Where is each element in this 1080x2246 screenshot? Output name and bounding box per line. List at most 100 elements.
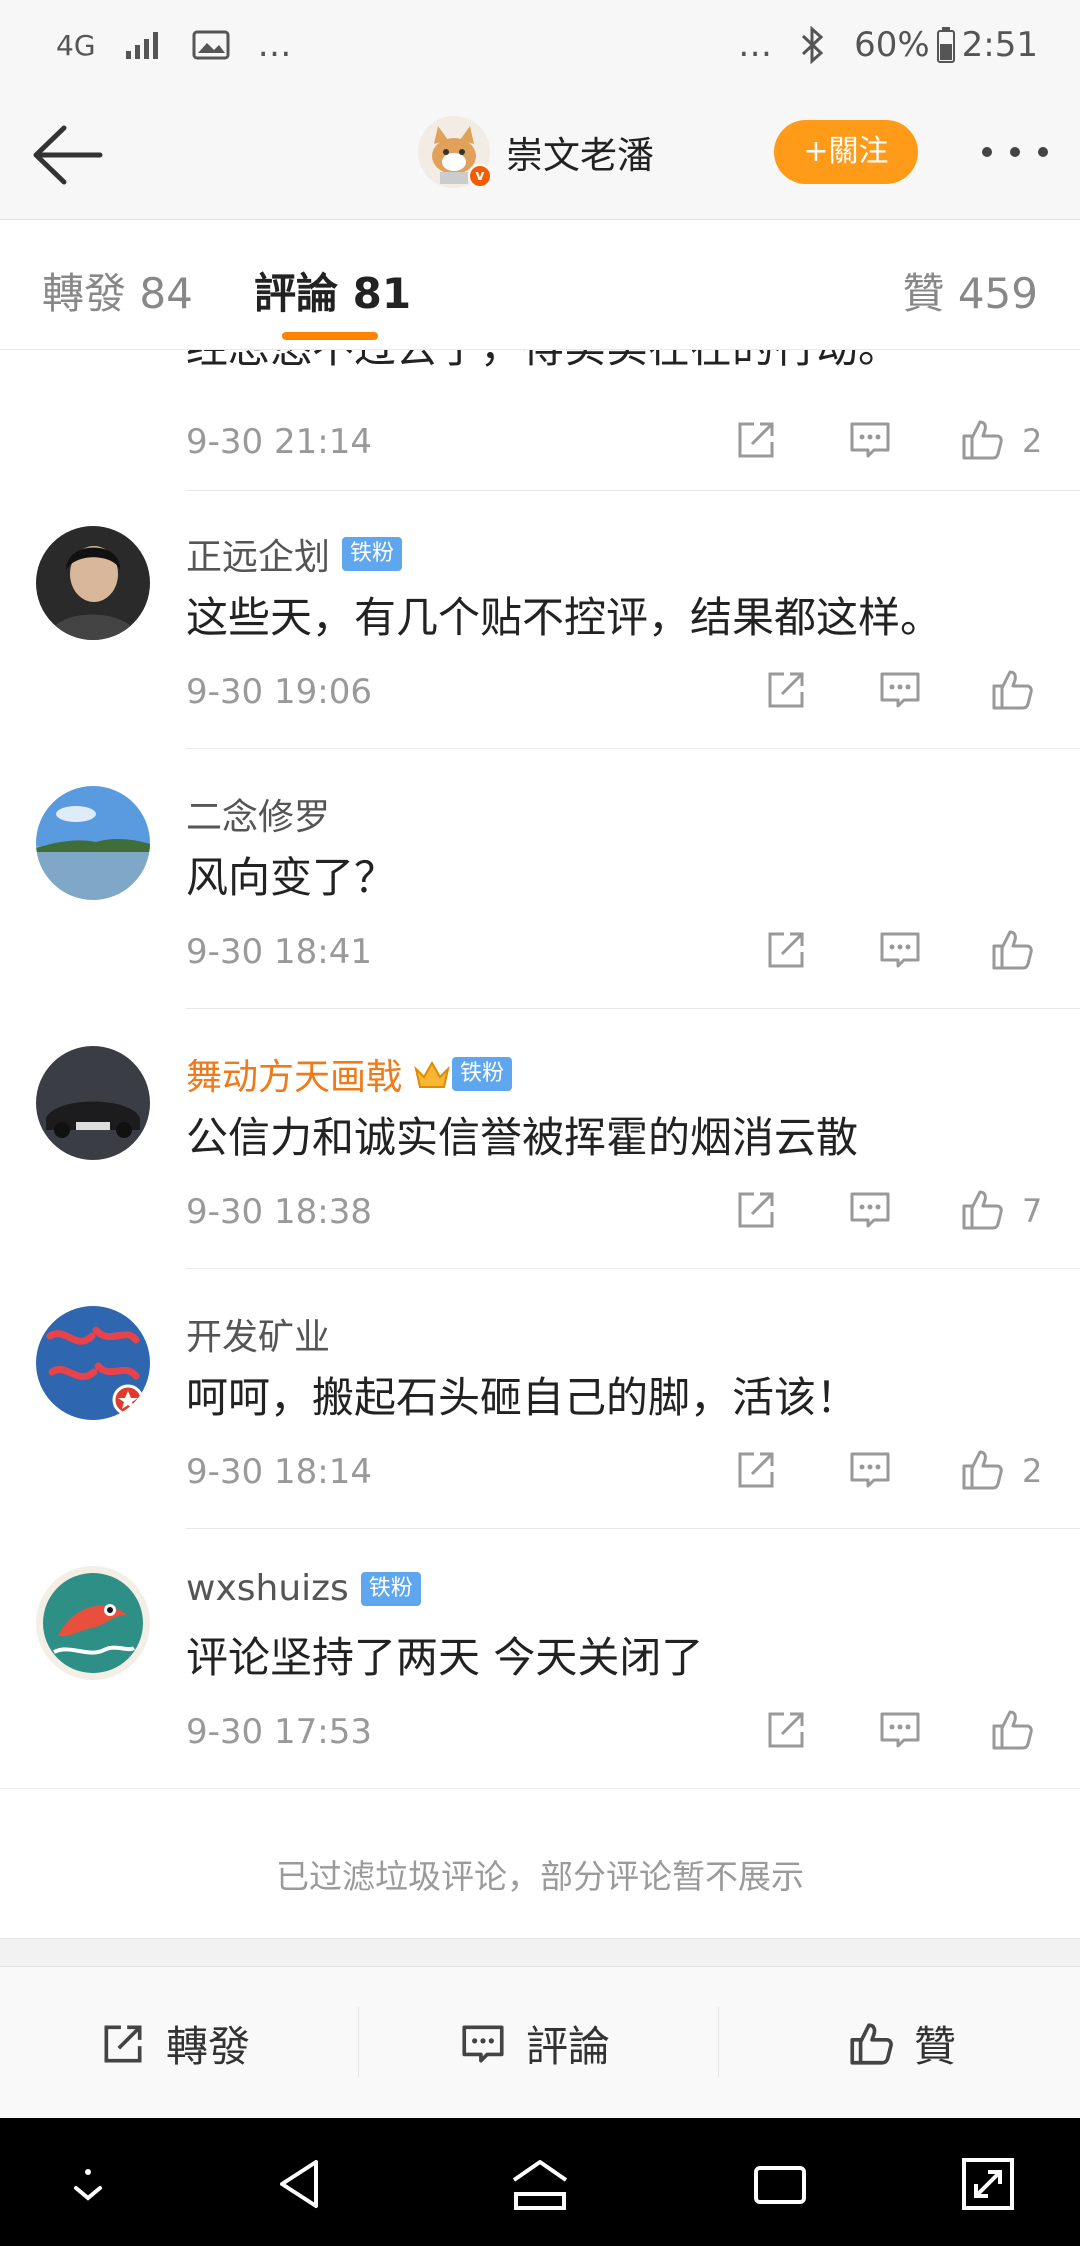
network-icon: 4G xyxy=(56,28,96,62)
comment-author[interactable]: wxshuizs 铁粉 xyxy=(186,1568,421,1609)
expand-icon[interactable] xyxy=(958,2154,1018,2214)
tab-forward[interactable]: 轉發 84 xyxy=(42,260,193,321)
avatar[interactable] xyxy=(36,1046,150,1160)
follow-button[interactable]: +關注 xyxy=(774,120,918,184)
divider xyxy=(186,1008,1080,1009)
comment-button[interactable]: 評論 xyxy=(458,2013,610,2074)
comment-time: 9-30 17:53 xyxy=(186,1712,372,1752)
comment-item: 开发矿业 呵呵，搬起石头砸自己的脚，活该！ 9-30 18:14 2 xyxy=(0,1270,1080,1530)
comment-icon[interactable] xyxy=(876,926,924,974)
avatar[interactable] xyxy=(36,786,150,900)
comment-icon[interactable] xyxy=(876,1706,924,1754)
comment-time: 9-30 21:14 xyxy=(186,422,372,462)
comment-content: 这些天，有几个贴不控评，结果都这样。 xyxy=(186,593,943,642)
comment-list[interactable]: 经忽悠不过去了，得实实在在的行动。 9-30 21:14 2 正远企划 铁粉 这… xyxy=(0,350,1080,1938)
share-icon[interactable] xyxy=(762,926,810,974)
comment-icon xyxy=(462,2025,504,2062)
like-button[interactable]: 贊 xyxy=(846,2013,956,2074)
divider xyxy=(0,1788,1080,1789)
vip-crown-icon xyxy=(414,1060,450,1088)
like-icon[interactable] xyxy=(988,1706,1036,1754)
divider xyxy=(358,2007,359,2077)
fan-badge: 铁粉 xyxy=(360,1571,421,1606)
battery-icon xyxy=(936,27,955,63)
comment-item: 正远企划 铁粉 这些天，有几个贴不控评，结果都这样。 9-30 19:06 xyxy=(0,490,1080,750)
comment-icon[interactable] xyxy=(846,1186,894,1234)
bluetooth-icon xyxy=(802,26,824,64)
like-count: 7 xyxy=(1022,1192,1043,1230)
comment-author-name[interactable]: wxshuizs xyxy=(186,1568,349,1609)
share-icon[interactable] xyxy=(762,666,810,714)
comment-author-name[interactable]: 二念修罗 xyxy=(186,788,330,840)
comment-content: 评论坚持了两天 今天关闭了 xyxy=(186,1633,704,1682)
comment-time: 9-30 18:41 xyxy=(186,932,372,972)
like-icon[interactable] xyxy=(988,666,1036,714)
like-icon[interactable] xyxy=(958,1186,1006,1234)
hide-keyboard-icon[interactable] xyxy=(58,2154,118,2214)
page-title: 崇文老潘 xyxy=(506,134,654,177)
filtered-comments-note: 已过滤垃圾评论，部分评论暂不展示 xyxy=(276,1857,804,1896)
avatar[interactable] xyxy=(36,1306,150,1420)
like-icon[interactable] xyxy=(958,1446,1006,1494)
back-icon[interactable] xyxy=(272,2154,332,2214)
forward-button[interactable]: 轉發 xyxy=(98,2013,250,2074)
comment-author[interactable]: 二念修罗 xyxy=(186,788,330,840)
like-icon[interactable] xyxy=(958,416,1006,464)
section-separator xyxy=(0,1938,1080,1966)
fan-badge: 铁粉 xyxy=(342,537,403,571)
comment-meta: 9-30 18:38 7 xyxy=(186,1182,1056,1242)
comment-author-name[interactable]: 舞动方天画戟 xyxy=(186,1048,402,1100)
like-icon[interactable] xyxy=(988,926,1036,974)
comment-content: 公信力和诚实信誉被挥霍的烟消云散 xyxy=(186,1113,859,1162)
back-arrow-icon[interactable] xyxy=(28,120,104,190)
comment-author-name[interactable]: 开发矿业 xyxy=(186,1308,330,1360)
like-count: 2 xyxy=(1022,422,1043,460)
comment-meta: 9-30 18:41 xyxy=(186,922,1056,982)
system-nav-bar xyxy=(0,2118,1080,2246)
tab-like[interactable]: 贊 459 xyxy=(902,260,1038,321)
share-icon[interactable] xyxy=(762,1706,810,1754)
more-notifications: … xyxy=(257,25,292,65)
comment-time: 9-30 19:06 xyxy=(186,672,372,712)
comment-author[interactable]: 正远企划 铁粉 xyxy=(186,528,403,580)
tab-active-indicator xyxy=(282,332,378,340)
comment-author[interactable]: 开发矿业 xyxy=(186,1308,330,1360)
comment-author[interactable]: 舞动方天画戟 铁粉 xyxy=(186,1048,513,1100)
comment-meta: 9-30 21:14 2 xyxy=(186,412,1056,472)
comment-item: 舞动方天画戟 铁粉 公信力和诚实信誉被挥霍的烟消云散 9-30 18:38 7 xyxy=(0,1010,1080,1270)
status-more: … xyxy=(738,25,773,65)
comment-icon[interactable] xyxy=(846,416,894,464)
comment-author-name[interactable]: 正远企划 xyxy=(186,528,330,580)
image-icon xyxy=(192,30,230,60)
nav-bar: 崇文老潘 +關注 xyxy=(0,90,1080,220)
comment-content: 经忽悠不过去了，得实实在在的行动。 xyxy=(186,350,900,375)
tab-comment[interactable]: 評論 81 xyxy=(254,260,411,321)
user-header[interactable]: 崇文老潘 xyxy=(418,116,654,188)
comment-content: 呵呵，搬起石头砸自己的脚，活该！ xyxy=(186,1373,859,1422)
like-count: 2 xyxy=(1022,1452,1043,1490)
comment-icon[interactable] xyxy=(876,666,924,714)
fan-badge: 铁粉 xyxy=(452,1057,513,1091)
share-icon[interactable] xyxy=(732,1186,780,1234)
comment-label: 評論 xyxy=(526,2022,611,2071)
like-label: 贊 xyxy=(914,2022,957,2071)
comment-icon[interactable] xyxy=(846,1446,894,1494)
home-icon[interactable] xyxy=(510,2154,570,2214)
avatar[interactable] xyxy=(36,1566,150,1680)
bottom-action-bar: 轉發 評論 贊 xyxy=(0,1966,1080,2118)
signal-icon xyxy=(125,32,158,59)
share-icon[interactable] xyxy=(732,416,780,464)
share-icon[interactable] xyxy=(732,1446,780,1494)
more-options-icon[interactable] xyxy=(975,132,1055,172)
forward-label: 轉發 xyxy=(166,2022,251,2071)
divider xyxy=(186,748,1080,749)
clock: 2:51 xyxy=(961,25,1038,65)
divider xyxy=(186,1528,1080,1529)
avatar[interactable] xyxy=(36,526,150,640)
like-icon xyxy=(850,2022,893,2065)
comment-meta: 9-30 17:53 xyxy=(186,1702,1056,1762)
recent-apps-icon[interactable] xyxy=(750,2154,810,2214)
comment-content: 风向变了？ xyxy=(186,853,397,902)
comment-meta: 9-30 19:06 xyxy=(186,662,1056,722)
divider xyxy=(718,2007,719,2077)
